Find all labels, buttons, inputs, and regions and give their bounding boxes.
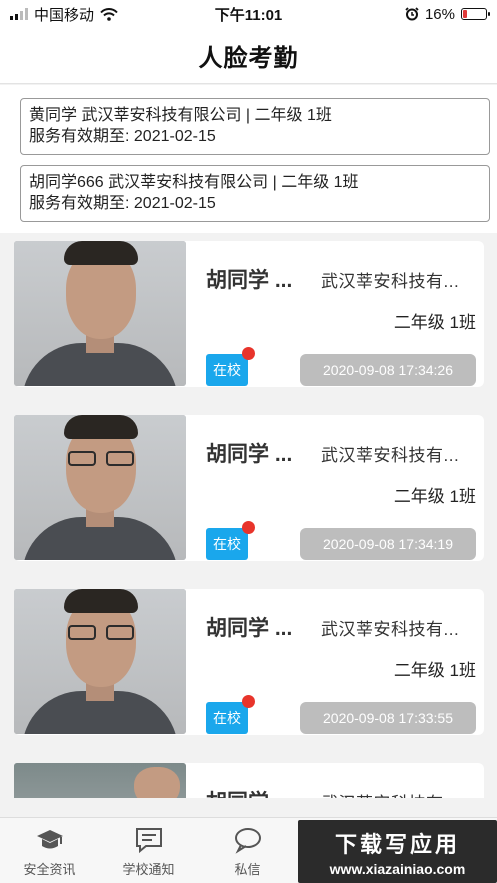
record-timestamp: 2020-09-08 17:33:55 [300,702,476,734]
status-badge-label: 在校 [213,710,241,726]
record-timestamp: 2020-09-08 17:34:26 [300,354,476,386]
alarm-clock-icon [405,7,419,21]
clock: 下午11:01 [214,6,283,24]
student-info-section: 黄同学 武汉莘安科技有限公司 | 二年级 1班 服务有效期至: 2021-02-… [0,85,497,233]
student-card[interactable]: 胡同学666 武汉莘安科技有限公司 | 二年级 1班 服务有效期至: 2021-… [20,165,490,222]
chat-bubble-icon [234,828,261,854]
face-photo[interactable] [14,415,186,560]
record-name: 胡同学 ... [206,617,293,640]
attendance-record[interactable]: 胡同学 ... 武汉莘安科技有... 二年级 1班 在校 2020-09-08 … [14,415,484,561]
tab-label: 安全资讯 [23,862,76,877]
tab-private-message[interactable]: 私信 [198,818,297,883]
status-badge: 在校 [206,521,255,560]
status-bar: 中国移动 下午11:01 16% [0,0,497,28]
student-card-expiry: 服务有效期至: 2021-02-15 [29,195,216,212]
red-dot-icon [242,347,255,360]
student-card[interactable]: 黄同学 武汉莘安科技有限公司 | 二年级 1班 服务有效期至: 2021-02-… [20,98,490,155]
graduation-cap-icon [36,830,63,849]
red-dot-icon [242,695,255,708]
status-badge: 在校 [206,695,255,734]
student-card-info: 黄同学 武汉莘安科技有限公司 | 二年级 1班 [29,107,332,124]
record-name: 胡同学 ... [206,443,293,466]
message-square-icon [135,828,162,854]
signal-icon [10,8,28,20]
face-photo[interactable] [14,589,186,734]
record-timestamp: 2020-09-08 17:34:19 [300,528,476,560]
record-name: 胡同学 ... [206,269,293,292]
battery-level-fill [463,10,467,18]
record-company: 武汉莘安科技有... [321,271,460,291]
red-dot-icon [242,521,255,534]
record-company: 武汉莘安科技有... [321,619,460,639]
watermark-title: 下载写应用 [334,831,460,857]
student-card-expiry: 服务有效期至: 2021-02-15 [29,128,216,145]
student-card-info: 胡同学666 武汉莘安科技有限公司 | 二年级 1班 [29,174,359,191]
tab-label: 私信 [234,862,261,877]
attendance-record[interactable]: 胡同学 ... 武汉莘安科技有... 二年级 1班 在校 2020-09-08 … [14,589,484,735]
wifi-icon [100,7,118,21]
record-company: 武汉莘安科技有... [321,445,460,465]
carrier-label: 中国移动 [34,6,95,24]
status-badge: 在校 [206,347,255,386]
status-badge-label: 在校 [213,362,241,378]
tab-school-notice[interactable]: 学校通知 [99,818,198,883]
status-badge-label: 在校 [213,536,241,552]
attendance-record[interactable]: 胡同学 ... 武汉莘安科技有... 二年级 1班 在校 2020-09-08 … [14,241,484,387]
nav-bar: 人脸考勤 [0,28,497,84]
face-photo[interactable] [14,241,186,386]
page-title: 人脸考勤 [198,45,299,72]
tab-label: 学校通知 [122,862,175,877]
record-company: 武汉莘安科技有... [321,789,476,799]
attendance-list[interactable]: 胡同学 ... 武汉莘安科技有... 二年级 1班 在校 2020-09-08 … [0,233,497,798]
watermark-logo: 下载写应用 www.xiazainiao.com [298,820,497,883]
attendance-record[interactable]: 胡同学 ... 武汉莘安科技有... [14,763,484,798]
record-name: 胡同学 ... [206,786,306,798]
record-class: 二年级 1班 [393,313,476,332]
face-photo[interactable] [14,763,186,798]
tab-safety-news[interactable]: 安全资讯 [0,818,99,883]
battery-percent: 16% [424,5,455,23]
watermark-url: www.xiazainiao.com [329,860,466,877]
record-class: 二年级 1班 [393,661,476,680]
battery-icon [461,8,490,20]
record-class: 二年级 1班 [393,487,476,506]
